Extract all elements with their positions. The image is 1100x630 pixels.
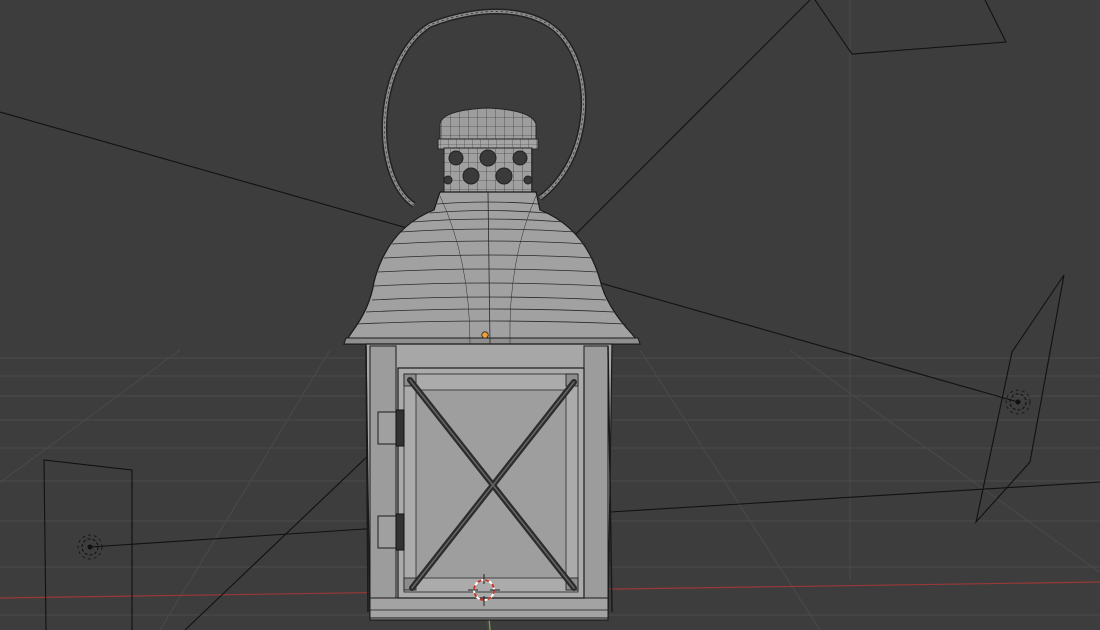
lantern-body xyxy=(365,343,613,621)
viewport-canvas[interactable] xyxy=(0,0,1100,630)
area-light-top[interactable] xyxy=(814,0,1007,55)
3d-viewport[interactable] xyxy=(0,0,1100,630)
lantern-cap xyxy=(437,107,539,193)
light-gizmo-icon[interactable] xyxy=(1005,389,1031,415)
origin-dot-icon[interactable] xyxy=(481,331,489,339)
lantern-mesh[interactable] xyxy=(342,8,642,621)
light-gizmo-icon[interactable] xyxy=(77,534,103,560)
